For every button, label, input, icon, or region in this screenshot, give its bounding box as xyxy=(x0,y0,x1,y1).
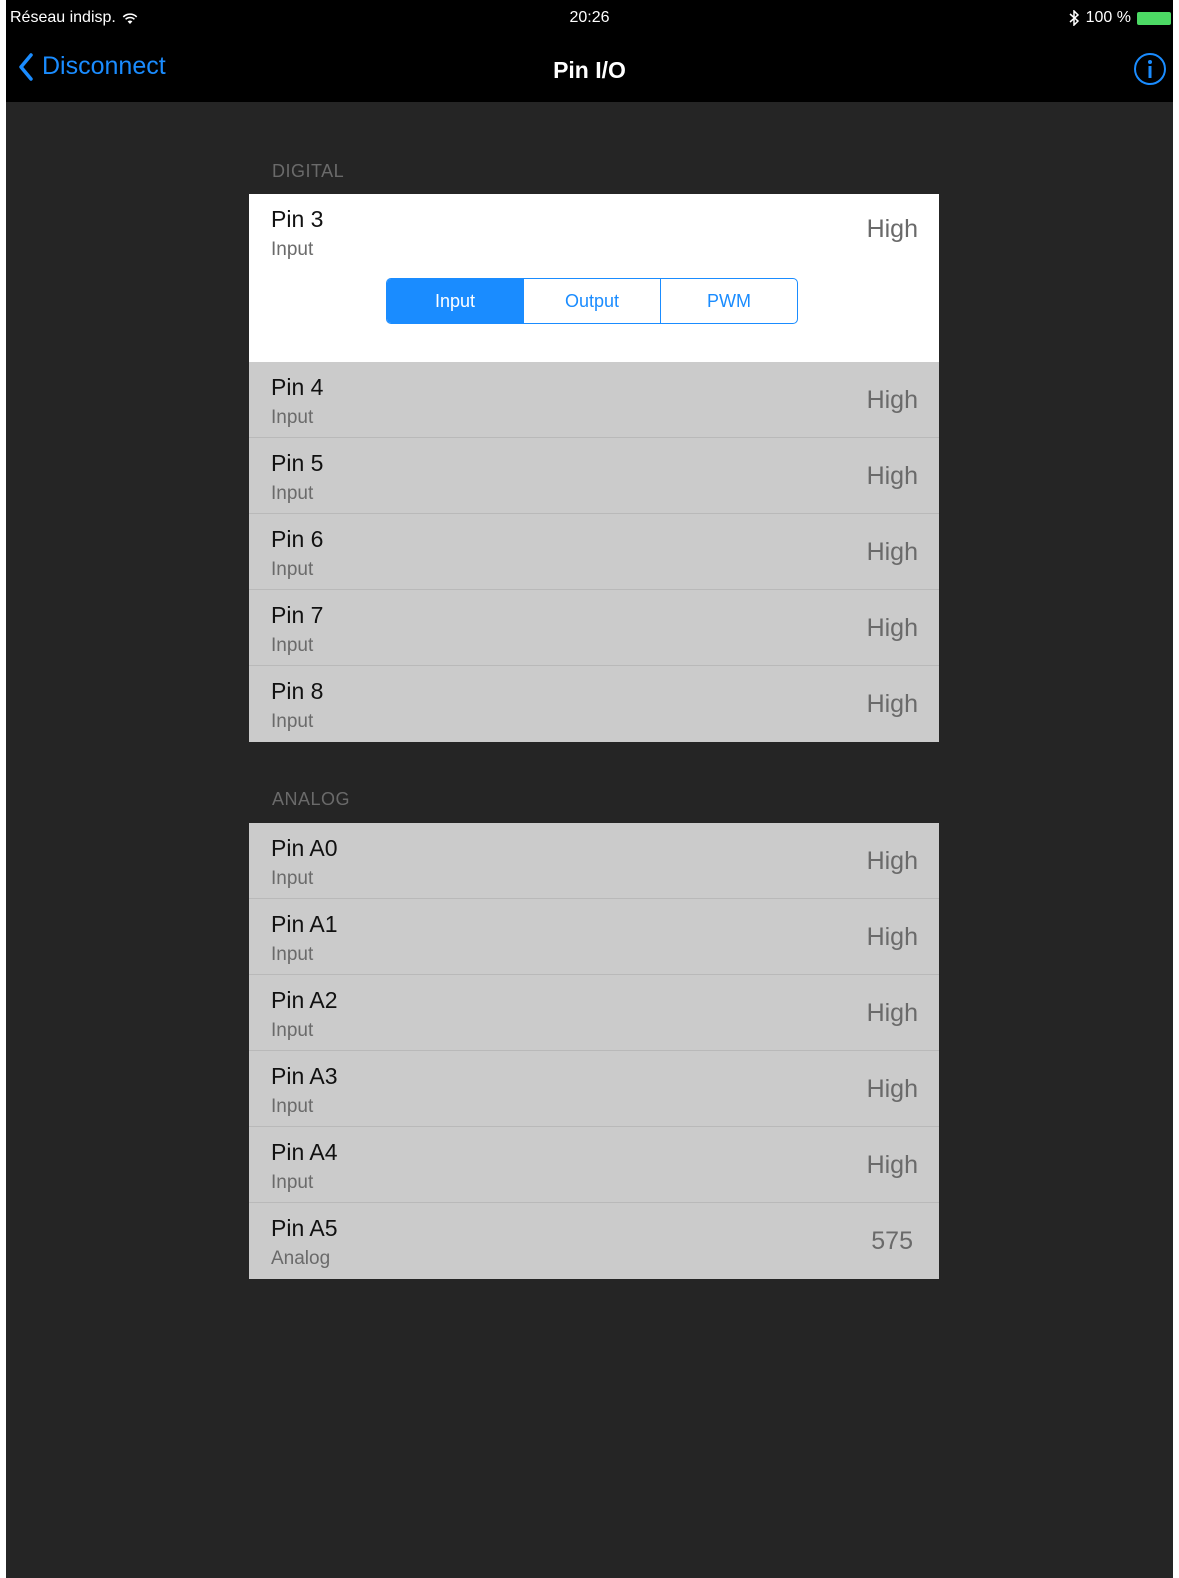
pin-name: Pin 8 xyxy=(271,678,324,704)
pin-mode: Input xyxy=(271,559,314,580)
pin-value: High xyxy=(866,923,918,951)
battery-percent: 100 % xyxy=(1085,9,1131,26)
pin-value: High xyxy=(866,847,918,875)
pin-name: Pin 3 xyxy=(271,206,324,232)
pin-row[interactable]: Pin 8 Input High xyxy=(249,666,939,742)
segment-pwm[interactable]: PWM xyxy=(660,279,797,323)
pin-row[interactable]: Pin 7 Input High xyxy=(249,590,939,666)
info-icon[interactable] xyxy=(1133,52,1167,86)
pin-value: 575 xyxy=(871,1227,913,1255)
pin-name: Pin 6 xyxy=(271,526,324,552)
pin-mode: Analog xyxy=(271,1248,331,1269)
pin-row[interactable]: Pin 4 Input High xyxy=(249,362,939,438)
pin-mode: Input xyxy=(271,944,314,965)
status-time: 20:26 xyxy=(569,9,610,26)
pin-mode: Input xyxy=(271,1096,314,1117)
pin-row[interactable]: Pin A3 Input High xyxy=(249,1051,939,1127)
pin-mode: Input xyxy=(271,1020,314,1041)
pin-value: High xyxy=(866,1075,918,1103)
pin-row[interactable]: Pin A2 Input High xyxy=(249,975,939,1051)
pin-mode: Input xyxy=(271,635,314,656)
pin-name: Pin A3 xyxy=(271,1063,338,1089)
digital-pin-list: Pin 3 Input High Input Output PWM Pin 4 … xyxy=(249,194,939,742)
pin-row-selected[interactable]: Pin 3 Input High Input Output PWM xyxy=(249,194,939,362)
navigation-bar: Disconnect Pin I/O xyxy=(6,38,1173,102)
status-bar: Réseau indisp. 20:26 100 % xyxy=(6,0,1173,38)
pin-value: High xyxy=(866,614,918,642)
pin-value: High xyxy=(866,999,918,1027)
page-title: Pin I/O xyxy=(553,57,626,83)
battery-icon xyxy=(1137,11,1171,25)
pin-name: Pin A2 xyxy=(271,987,338,1013)
pin-name: Pin A0 xyxy=(271,835,338,861)
pin-value: High xyxy=(866,386,918,414)
pin-value: High xyxy=(866,215,918,243)
analog-section-header: ANALOG xyxy=(272,789,351,809)
pin-mode: Input xyxy=(271,711,314,732)
bluetooth-icon xyxy=(1069,10,1079,26)
pin-value: High xyxy=(866,690,918,718)
pin-row[interactable]: Pin 5 Input High xyxy=(249,438,939,514)
pin-name: Pin 5 xyxy=(271,450,324,476)
pin-value: High xyxy=(866,462,918,490)
pin-name: Pin 4 xyxy=(271,374,324,400)
pin-row[interactable]: Pin A1 Input High xyxy=(249,899,939,975)
pin-name: Pin A1 xyxy=(271,911,338,937)
pin-value: High xyxy=(866,1151,918,1179)
pin-mode: Input xyxy=(271,1172,314,1193)
pin-row[interactable]: Pin A0 Input High xyxy=(249,823,939,899)
pin-mode-segmented-control: Input Output PWM xyxy=(386,278,798,324)
digital-section-header: DIGITAL xyxy=(272,161,345,181)
pin-mode: Input xyxy=(271,868,314,889)
app-screen: Réseau indisp. 20:26 100 % Disconnect Pi… xyxy=(6,0,1173,1578)
pin-name: Pin 7 xyxy=(271,602,324,628)
analog-pin-list: Pin A0 Input High Pin A1 Input High Pin … xyxy=(249,823,939,1279)
pin-mode: Input xyxy=(271,239,314,260)
pin-name: Pin A5 xyxy=(271,1215,338,1241)
pin-mode: Input xyxy=(271,407,314,428)
pin-mode: Input xyxy=(271,483,314,504)
pin-row[interactable]: Pin A4 Input High xyxy=(249,1127,939,1203)
pin-row[interactable]: Pin A5 Analog 575 xyxy=(249,1203,939,1279)
pin-name: Pin A4 xyxy=(271,1139,338,1165)
pin-value: High xyxy=(866,538,918,566)
segment-input[interactable]: Input xyxy=(387,279,523,323)
segment-output[interactable]: Output xyxy=(523,279,660,323)
pin-row[interactable]: Pin 6 Input High xyxy=(249,514,939,590)
